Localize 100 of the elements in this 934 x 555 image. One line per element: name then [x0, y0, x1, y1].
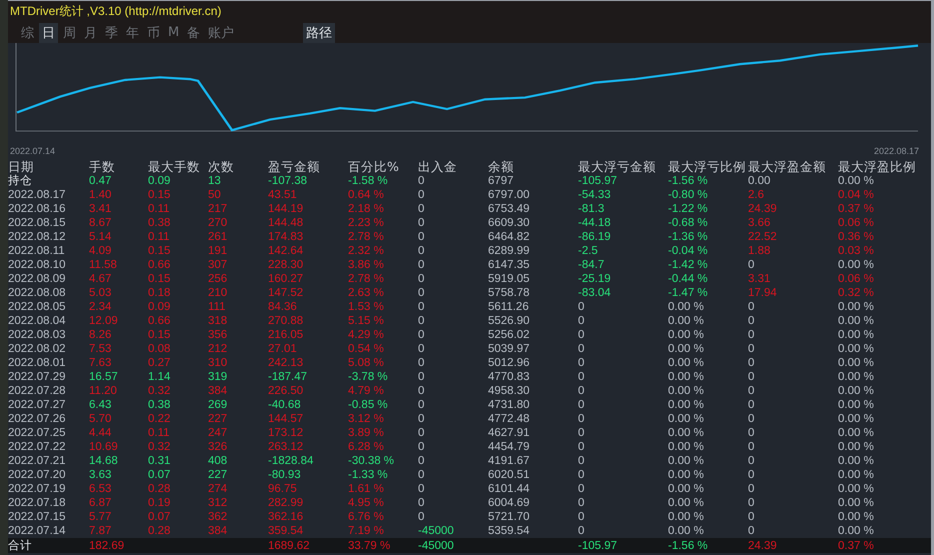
table-cell-text: 0.00 % [668, 300, 705, 314]
tab[interactable]: 币 [144, 22, 163, 42]
table-cell-text: 174.83 [268, 230, 304, 244]
table-cell-text: 0 [578, 510, 586, 524]
table-cell-text: 160.27 [268, 272, 304, 286]
table-cell-text: 0 [578, 314, 586, 328]
table-cell-text: 5359.54 [488, 524, 531, 538]
table-cell-text: 0.00 % [838, 510, 875, 524]
table-cell-text: 359.54 [268, 524, 304, 538]
table-cell-text: 0 [748, 370, 756, 384]
tab[interactable]: 账户 [205, 22, 238, 42]
table-cell-text: 2022.08.04 [8, 314, 67, 328]
table-cell-text: 0 [418, 300, 426, 314]
column-header: 百分比% [348, 160, 400, 174]
table-cell-text: 0 [418, 482, 426, 496]
table-cell-text: 0.00 % [838, 342, 875, 356]
table-cell-text: 0.00 % [668, 384, 705, 398]
table-cell-text: 0 [748, 314, 756, 328]
tab[interactable]: M [165, 22, 182, 42]
table-cell-text: 2022.08.12 [8, 230, 67, 244]
table-cell-text: 0.66 [148, 314, 172, 328]
table-cell-text: 0 [418, 370, 426, 384]
table-cell-text: 1.61 % [348, 482, 385, 496]
table-cell-text: 8.26 [89, 328, 112, 342]
table-cell-text: 持仓 [8, 174, 33, 188]
table-cell-text: 408 [208, 454, 228, 468]
table-cell-text: -83.04 [578, 286, 612, 300]
column-header: 余额 [488, 160, 515, 174]
table-cell-text: 5256.02 [488, 328, 531, 342]
table-cell-text: 0.00 % [838, 300, 875, 314]
table-cell-text: 362.16 [268, 510, 304, 524]
column-header: 最大浮盈比例 [838, 160, 917, 174]
table-cell-text: 0.15 [148, 188, 172, 202]
table-cell-text: 0.00 % [838, 328, 875, 342]
column-header: 盈亏金额 [268, 160, 321, 174]
table-cell-text: -105.97 [578, 538, 618, 552]
table-cell-text: 0 [418, 202, 426, 216]
table-cell-text: 6609.30 [488, 216, 531, 230]
table-cell-text: 4191.67 [488, 454, 531, 468]
table-cell-text: 0.00 % [668, 412, 705, 426]
table-cell-text: 0 [418, 398, 426, 412]
tab[interactable]: 日 [39, 22, 58, 42]
table-cell-text: 0.00 % [838, 398, 875, 412]
table-cell-text: 0.00 % [838, 426, 875, 440]
table-cell-text: 0 [748, 468, 756, 482]
table-cell-text: 4770.83 [488, 370, 531, 384]
table-cell-text: 0 [748, 454, 756, 468]
table-cell-text: 0 [578, 328, 586, 342]
tab[interactable]: 周 [60, 22, 79, 42]
table-cell-text: 0 [418, 174, 426, 188]
table-cell-text: 0.00 % [838, 454, 875, 468]
table-cell-text: 0 [418, 510, 426, 524]
table-cell-text: 173.12 [268, 426, 304, 440]
table-cell-text: 2022.07.26 [8, 412, 67, 426]
table-cell-text: 0 [748, 426, 756, 440]
column-header: 最大浮亏金额 [578, 160, 657, 174]
tab[interactable]: 季 [102, 22, 121, 42]
window-title: MTDriver统计 ,V3.10 (http://mtdriver.cn) [10, 3, 222, 20]
table-cell-text: 312 [208, 496, 228, 510]
table-cell-text: 4772.48 [488, 412, 531, 426]
table-cell-text: 7.87 [89, 524, 112, 538]
table-cell-text: 0.36 % [838, 230, 875, 244]
table-cell-text: 0.00 % [838, 314, 875, 328]
table-cell-text: 0.64 % [348, 188, 385, 202]
table-cell-text: 319 [208, 370, 228, 384]
table-cell-text: 0 [748, 510, 756, 524]
tab[interactable]: 月 [81, 22, 100, 42]
table-cell-text: -0.04 % [668, 244, 709, 258]
table-cell-text: -3.78 % [348, 370, 389, 384]
tab[interactable]: 综 [18, 22, 37, 42]
table-cell-text: 0 [418, 328, 426, 342]
table-cell-text: 144.19 [268, 202, 304, 216]
table-cell-text: 1.14 [148, 370, 172, 384]
tab[interactable]: 备 [184, 22, 204, 42]
table-cell-text: -1.22 % [668, 202, 709, 216]
table-cell-text: 43.51 [268, 188, 298, 202]
table-cell-text: 1.53 % [348, 300, 385, 314]
table-cell-text: 0.00 % [668, 454, 705, 468]
table-cell-text: 0.00 % [838, 258, 875, 272]
table-cell-text: 6004.69 [488, 496, 531, 510]
table-cell-text: 0.00 % [668, 328, 705, 342]
table-cell-text: 6753.49 [488, 202, 531, 216]
table-cell-text: -0.68 % [668, 216, 709, 230]
table-cell-text: 0.27 [148, 356, 172, 370]
path-button[interactable]: 路径 [303, 22, 336, 42]
table-cell-text: 6.76 % [348, 510, 385, 524]
table-cell-text: 0.22 [148, 412, 172, 426]
table-cell-text: 263.12 [268, 440, 304, 454]
table-cell-text: 0.28 [148, 524, 172, 538]
tab[interactable]: 年 [123, 22, 142, 42]
table-cell-text: 4958.30 [488, 384, 531, 398]
table-cell-text: 6289.99 [488, 244, 531, 258]
table-cell-text: 0 [748, 258, 756, 272]
table-cell-text: 4454.79 [488, 440, 531, 454]
table-cell-text: 0 [578, 398, 586, 412]
table-cell-text: 2022.07.21 [8, 454, 67, 468]
table-cell-text: -105.97 [578, 174, 618, 188]
table-cell-text: 2022.07.25 [8, 426, 67, 440]
table-cell-text: 0.09 [148, 174, 172, 188]
table-cell-text: 3.89 % [348, 426, 385, 440]
